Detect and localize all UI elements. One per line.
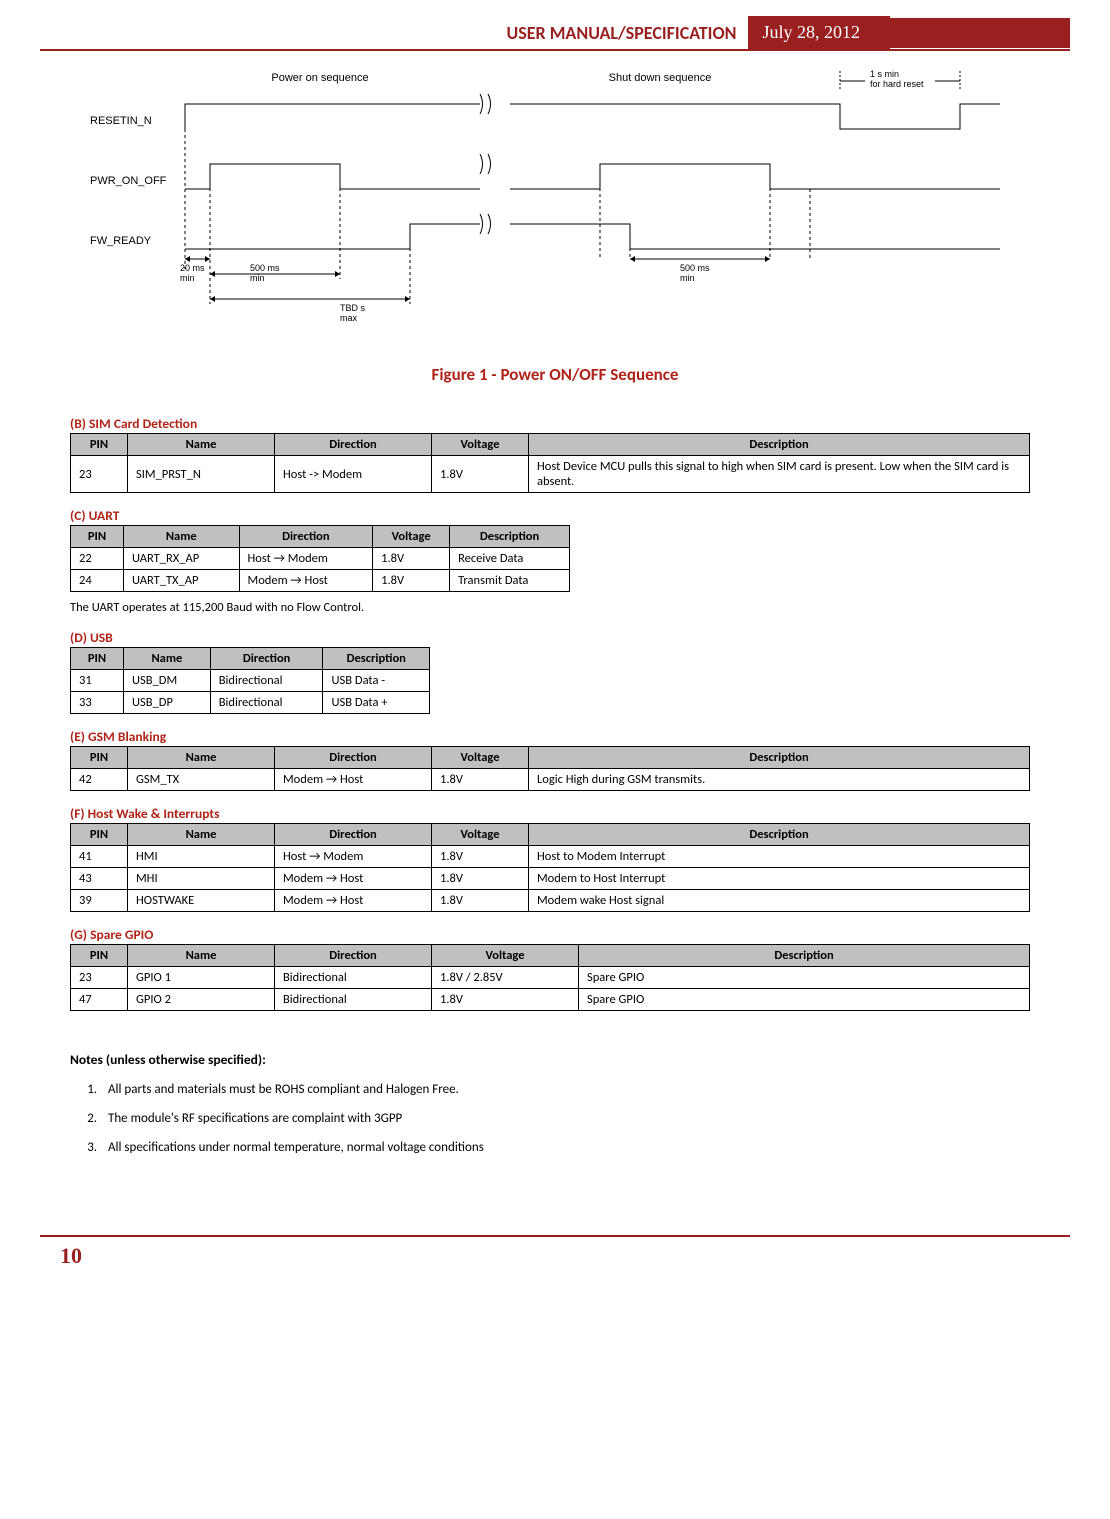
table-row: 33USB_DPBidirectionalUSB Data + bbox=[71, 692, 430, 714]
signal-pwr: PWR_ON_OFF bbox=[90, 175, 167, 187]
svg-text:max: max bbox=[340, 313, 358, 323]
signal-fw: FW_READY bbox=[90, 235, 152, 247]
label-power-on: Power on sequence bbox=[271, 72, 368, 84]
table-row: 23GPIO 1Bidirectional1.8V / 2.85VSpare G… bbox=[71, 967, 1030, 989]
section-b-title: (B) SIM Card Detection bbox=[70, 415, 1040, 432]
doc-title: USER MANUAL/SPECIFICATION bbox=[40, 22, 748, 44]
table-row: 39HOSTWAKEModem → Host1.8VModem wake Hos… bbox=[71, 890, 1030, 912]
svg-text:TBD s: TBD s bbox=[340, 303, 366, 313]
svg-text:min: min bbox=[680, 273, 695, 283]
table-row: 47GPIO 2Bidirectional1.8VSpare GPIO bbox=[71, 989, 1030, 1011]
page-header: USER MANUAL/SPECIFICATION July 28, 2012 bbox=[40, 16, 1070, 51]
section-c-title: (C) UART bbox=[70, 507, 1040, 524]
table-gsm: PIN Name Direction Voltage Description 4… bbox=[70, 746, 1030, 791]
table-row: 42GSM_TXModem → Host1.8VLogic High durin… bbox=[71, 769, 1030, 791]
table-row: 31USB_DMBidirectionalUSB Data - bbox=[71, 670, 430, 692]
svg-text:20 ms: 20 ms bbox=[180, 263, 205, 273]
list-item: All parts and materials must be ROHS com… bbox=[100, 1082, 1040, 1097]
table-row: 41HMIHost → Modem1.8VHost to Modem Inter… bbox=[71, 846, 1030, 868]
section-f-title: (F) Host Wake & Interrupts bbox=[70, 805, 1040, 822]
table-usb: PIN Name Direction Description 31USB_DMB… bbox=[70, 647, 430, 714]
label-shutdown: Shut down sequence bbox=[609, 72, 712, 84]
section-g-title: (G) Spare GPIO bbox=[70, 926, 1040, 943]
signal-reset: RESETIN_N bbox=[90, 115, 152, 127]
table-hostwake: PIN Name Direction Voltage Description 4… bbox=[70, 823, 1030, 912]
table-row: 22UART_RX_APHost → Modem1.8VReceive Data bbox=[71, 548, 570, 570]
table-uart: PIN Name Direction Voltage Description 2… bbox=[70, 525, 570, 592]
header-bar bbox=[890, 18, 1070, 48]
notes-heading: Notes (unless otherwise specified): bbox=[70, 1051, 1040, 1068]
figure-caption: Figure 1 - Power ON/OFF Sequence bbox=[70, 364, 1040, 385]
timing-diagram: Power on sequence Shut down sequence 1 s… bbox=[70, 59, 1010, 339]
doc-date: July 28, 2012 bbox=[748, 16, 890, 49]
list-item: The module's RF specifications are compl… bbox=[100, 1111, 1040, 1126]
list-item: All specifications under normal temperat… bbox=[100, 1140, 1040, 1155]
notes-list: All parts and materials must be ROHS com… bbox=[100, 1082, 1040, 1155]
page-number: 10 bbox=[60, 1243, 82, 1268]
table-gpio: PIN Name Direction Voltage Description 2… bbox=[70, 944, 1030, 1011]
table-row: 23 SIM_PRST_N Host -> Modem 1.8V Host De… bbox=[71, 456, 1030, 493]
label-hard-reset-2: for hard reset bbox=[870, 79, 924, 89]
label-hard-reset-1: 1 s min bbox=[870, 69, 899, 79]
table-row: 24UART_TX_APModem → Host1.8VTransmit Dat… bbox=[71, 570, 570, 592]
svg-text:min: min bbox=[180, 273, 195, 283]
table-sim-detection: PIN Name Direction Voltage Description 2… bbox=[70, 433, 1030, 493]
svg-text:500 ms: 500 ms bbox=[680, 263, 710, 273]
section-e-title: (E) GSM Blanking bbox=[70, 728, 1040, 745]
page-footer: 10 bbox=[40, 1235, 1070, 1269]
table-row: 43MHIModem → Host1.8VModem to Host Inter… bbox=[71, 868, 1030, 890]
uart-note: The UART operates at 115,200 Baud with n… bbox=[70, 600, 1040, 615]
section-d-title: (D) USB bbox=[70, 629, 1040, 646]
svg-text:min: min bbox=[250, 273, 265, 283]
svg-text:500 ms: 500 ms bbox=[250, 263, 280, 273]
